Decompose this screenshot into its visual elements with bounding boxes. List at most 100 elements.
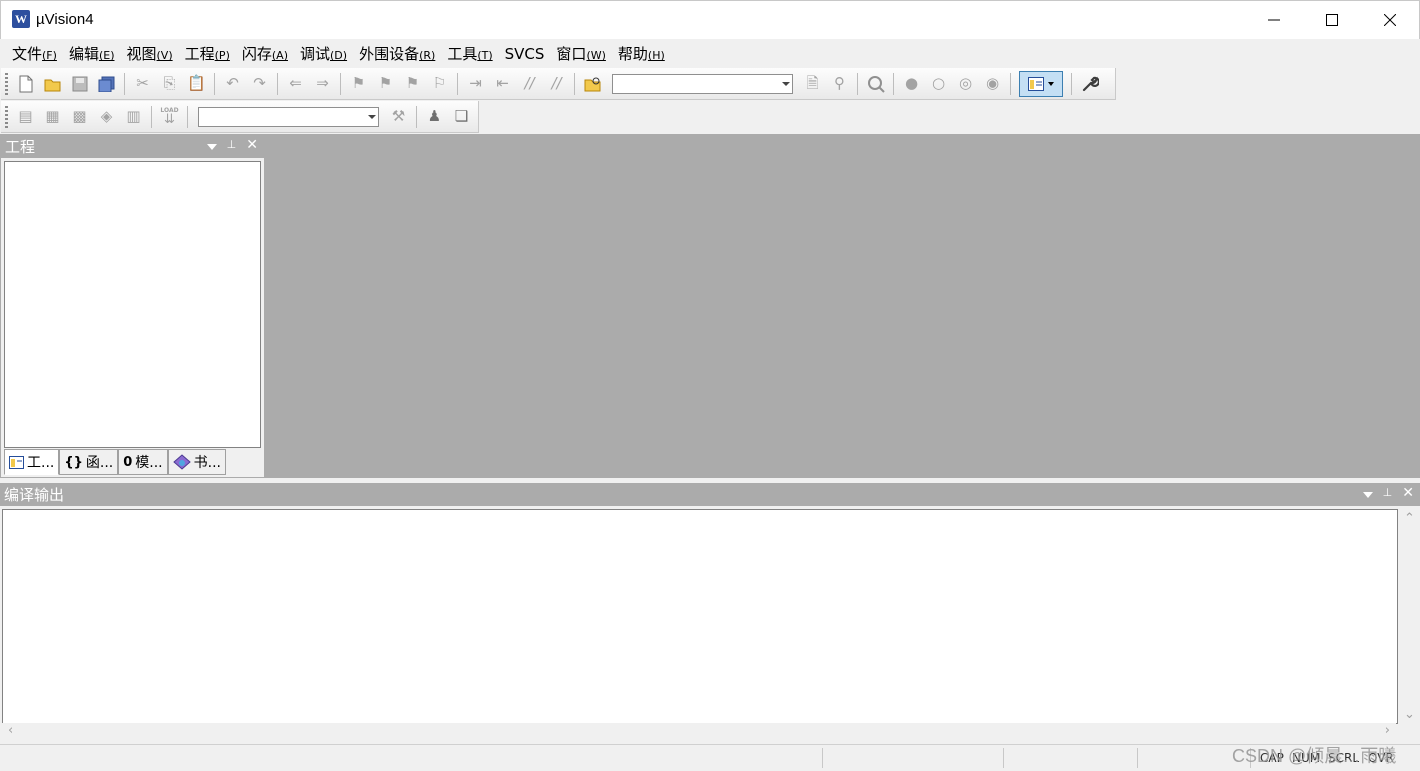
find-in-files-button[interactable]: [582, 73, 604, 95]
find-combo[interactable]: [612, 73, 793, 94]
save-button[interactable]: [69, 73, 91, 95]
indent-button[interactable]: ⇥: [465, 73, 487, 95]
download-icon: ⇊: [164, 112, 175, 127]
menu-project[interactable]: 工程(P): [179, 43, 236, 64]
build-output-text[interactable]: [2, 509, 1398, 724]
copy-icon: ⎘: [163, 74, 176, 92]
clear-bookmarks-button[interactable]: ⚐: [429, 73, 451, 95]
menu-window[interactable]: 窗口(W): [550, 43, 611, 64]
toolbar-separator: [124, 72, 125, 95]
debug-session-button[interactable]: [865, 73, 887, 95]
tab-books[interactable]: 书...: [167, 449, 226, 475]
toolbar-separator: [1071, 72, 1072, 95]
panel-menu-button[interactable]: [206, 143, 217, 150]
tab-templates[interactable]: 0 模...: [118, 449, 168, 475]
build-icon: ▦: [45, 107, 60, 125]
templates-tab-icon: 0: [123, 454, 133, 470]
window-layout-dropdown[interactable]: [1019, 70, 1063, 97]
copy-button[interactable]: ⎘: [159, 73, 181, 95]
tab-books-label: 书...: [193, 455, 221, 471]
navigate-back-button[interactable]: ⇐: [285, 73, 307, 95]
maximize-button[interactable]: [1303, 1, 1361, 39]
build-button[interactable]: ▦: [42, 106, 64, 128]
scroll-right-icon[interactable]: ›: [1385, 723, 1390, 738]
incremental-find-button[interactable]: 🗎: [802, 73, 824, 95]
menu-tools[interactable]: 工具(T): [441, 43, 498, 64]
save-all-button[interactable]: [96, 73, 118, 95]
indent-icon: ⇥: [469, 74, 482, 92]
menu-svcs[interactable]: SVCS: [499, 45, 551, 63]
menu-file[interactable]: 文件(F): [6, 43, 63, 64]
vertical-scrollbar[interactable]: ⌃ ⌄: [1400, 509, 1418, 724]
configure-button[interactable]: [1079, 73, 1101, 95]
new-file-button[interactable]: [15, 73, 37, 95]
file-toolbar: ✂ ⎘ 📋 ↶ ↷ ⇐ ⇒ ⚑ ⚑ ⚑ ⚐ ⇥ ⇤ // // 🗎 ⚲ ● ○ …: [1, 68, 1116, 100]
maximize-icon: [1326, 14, 1338, 26]
scroll-down-icon[interactable]: ⌄: [1404, 707, 1415, 722]
tab-project-label: 工...: [27, 455, 55, 471]
toolbar-grip[interactable]: [5, 105, 8, 128]
scroll-left-icon[interactable]: ‹: [8, 723, 13, 738]
unindent-button[interactable]: ⇤: [492, 73, 514, 95]
close-panel-icon[interactable]: ✕: [246, 138, 258, 152]
load-flash-button[interactable]: LOAD ⇊: [159, 106, 181, 128]
panel-menu-button[interactable]: [1362, 491, 1373, 498]
menu-peripherals[interactable]: 外围设备(R): [353, 43, 441, 64]
chevron-down-icon: [368, 114, 376, 119]
menu-flash[interactable]: 闪存(A): [236, 43, 294, 64]
menu-bar: 文件(F) 编辑(E) 视图(V) 工程(P) 闪存(A) 调试(D) 外围设备…: [1, 39, 1419, 68]
kill-all-breakpoints-button[interactable]: ◉: [982, 73, 1004, 95]
undo-button[interactable]: ↶: [222, 73, 244, 95]
scroll-up-icon[interactable]: ⌃: [1404, 511, 1415, 526]
save-all-icon: [98, 76, 114, 92]
comment-icon: //: [524, 74, 535, 92]
paste-button[interactable]: 📋: [186, 73, 208, 95]
cut-icon: ✂: [136, 74, 149, 92]
manage-components-button[interactable]: ♟: [424, 106, 446, 128]
comment-button[interactable]: //: [519, 73, 541, 95]
uncomment-button[interactable]: //: [546, 73, 568, 95]
tab-project[interactable]: 工...: [4, 449, 60, 475]
manage-books-button[interactable]: ❏: [451, 106, 473, 128]
build-toolbar: ▤ ▦ ▩ ◈ ▥ LOAD ⇊ ⚒ ♟ ❏: [1, 101, 479, 133]
insert-breakpoint-button[interactable]: ●: [901, 73, 923, 95]
open-file-button[interactable]: [42, 73, 64, 95]
menu-view[interactable]: 视图(V): [121, 43, 179, 64]
pin-icon[interactable]: ⊥: [1383, 487, 1393, 499]
redo-button[interactable]: ↷: [249, 73, 271, 95]
menu-debug[interactable]: 调试(D): [294, 43, 353, 64]
project-tree[interactable]: [4, 161, 261, 448]
toolbar-grip[interactable]: [5, 72, 8, 95]
arrow-left-icon: ⇐: [289, 74, 302, 92]
tab-functions[interactable]: {} 函...: [59, 449, 119, 475]
close-panel-icon[interactable]: ✕: [1402, 486, 1414, 500]
bookmark-next-icon: ⚑: [405, 74, 420, 92]
tab-functions-label: 函...: [85, 455, 114, 471]
next-bookmark-button[interactable]: ⚑: [402, 73, 424, 95]
previous-bookmark-button[interactable]: ⚑: [375, 73, 397, 95]
rebuild-button[interactable]: ▩: [69, 106, 91, 128]
disable-all-breakpoints-button[interactable]: ◎: [955, 73, 977, 95]
stop-build-button[interactable]: ▥: [123, 106, 145, 128]
navigate-forward-button[interactable]: ⇒: [312, 73, 334, 95]
open-folder-icon: [44, 79, 60, 91]
project-panel-tabs: 工... {} 函... 0 模... 书...: [4, 449, 226, 475]
menu-edit[interactable]: 编辑(E): [63, 43, 121, 64]
find-replace-button[interactable]: ⚲: [829, 73, 851, 95]
menu-help[interactable]: 帮助(H): [612, 43, 671, 64]
minimize-icon: [1268, 19, 1280, 21]
pin-icon[interactable]: ⊥: [227, 139, 237, 151]
horizontal-scrollbar[interactable]: ‹ ›: [2, 723, 1396, 741]
select-packs-icon: ❏: [454, 107, 469, 125]
target-select[interactable]: [198, 106, 379, 127]
cut-button[interactable]: ✂: [132, 73, 154, 95]
insert-bookmark-button[interactable]: ⚑: [348, 73, 370, 95]
close-button[interactable]: [1361, 1, 1419, 39]
batch-build-button[interactable]: ◈: [96, 106, 118, 128]
minimize-button[interactable]: [1245, 1, 1303, 39]
target-options-button[interactable]: ⚒: [388, 106, 410, 128]
save-icon: [72, 76, 87, 91]
magic-wand-icon: ⚒: [391, 107, 406, 125]
translate-button[interactable]: ▤: [15, 106, 37, 128]
enable-breakpoint-button[interactable]: ○: [928, 73, 950, 95]
